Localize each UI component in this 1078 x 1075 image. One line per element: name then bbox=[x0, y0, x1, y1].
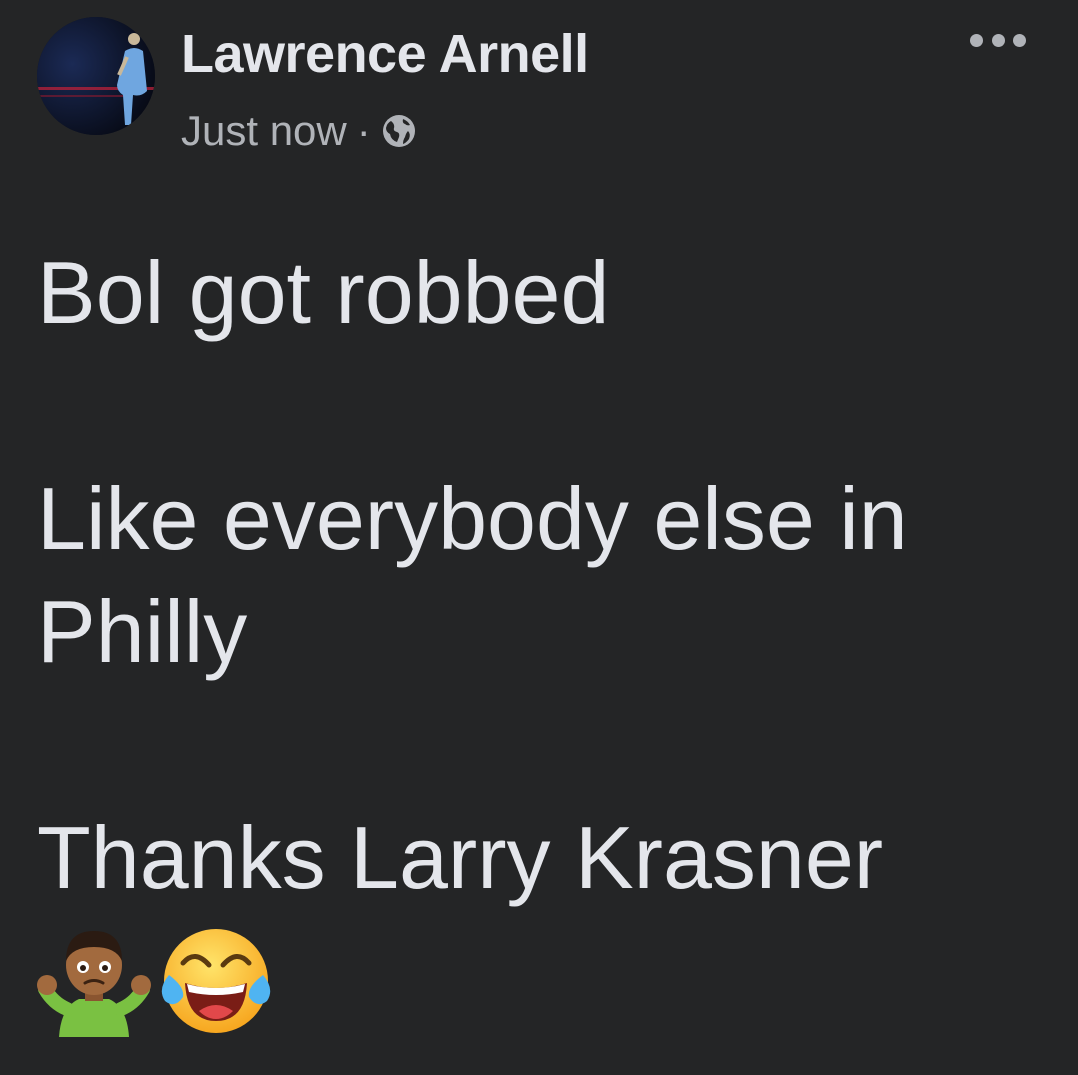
man-shrugging-emoji bbox=[37, 931, 151, 1037]
globe-icon[interactable] bbox=[381, 113, 417, 149]
face-with-tears-of-joy-emoji bbox=[161, 929, 271, 1033]
post-line: Philly bbox=[37, 582, 248, 681]
more-options-icon[interactable] bbox=[970, 28, 1026, 52]
meta-separator: · bbox=[356, 107, 371, 154]
post-card: Lawrence Arnell Just now · Bol got robbe… bbox=[0, 0, 1078, 1075]
author-name[interactable]: Lawrence Arnell bbox=[181, 22, 589, 86]
author-avatar[interactable] bbox=[37, 17, 155, 135]
avatar-image bbox=[37, 17, 155, 135]
more-dot bbox=[1013, 33, 1026, 47]
post-body: Bol got robbed Like everybody else in Ph… bbox=[37, 236, 1047, 914]
post-emojis bbox=[37, 925, 273, 1037]
more-dot bbox=[970, 33, 983, 47]
post-line: Like everybody else in bbox=[37, 469, 908, 568]
post-line: Thanks Larry Krasner bbox=[37, 808, 884, 907]
post-timestamp[interactable]: Just now bbox=[181, 107, 347, 155]
post-line: Bol got robbed bbox=[37, 243, 610, 342]
more-dot bbox=[991, 33, 1005, 47]
post-meta: Just now · bbox=[181, 104, 417, 158]
